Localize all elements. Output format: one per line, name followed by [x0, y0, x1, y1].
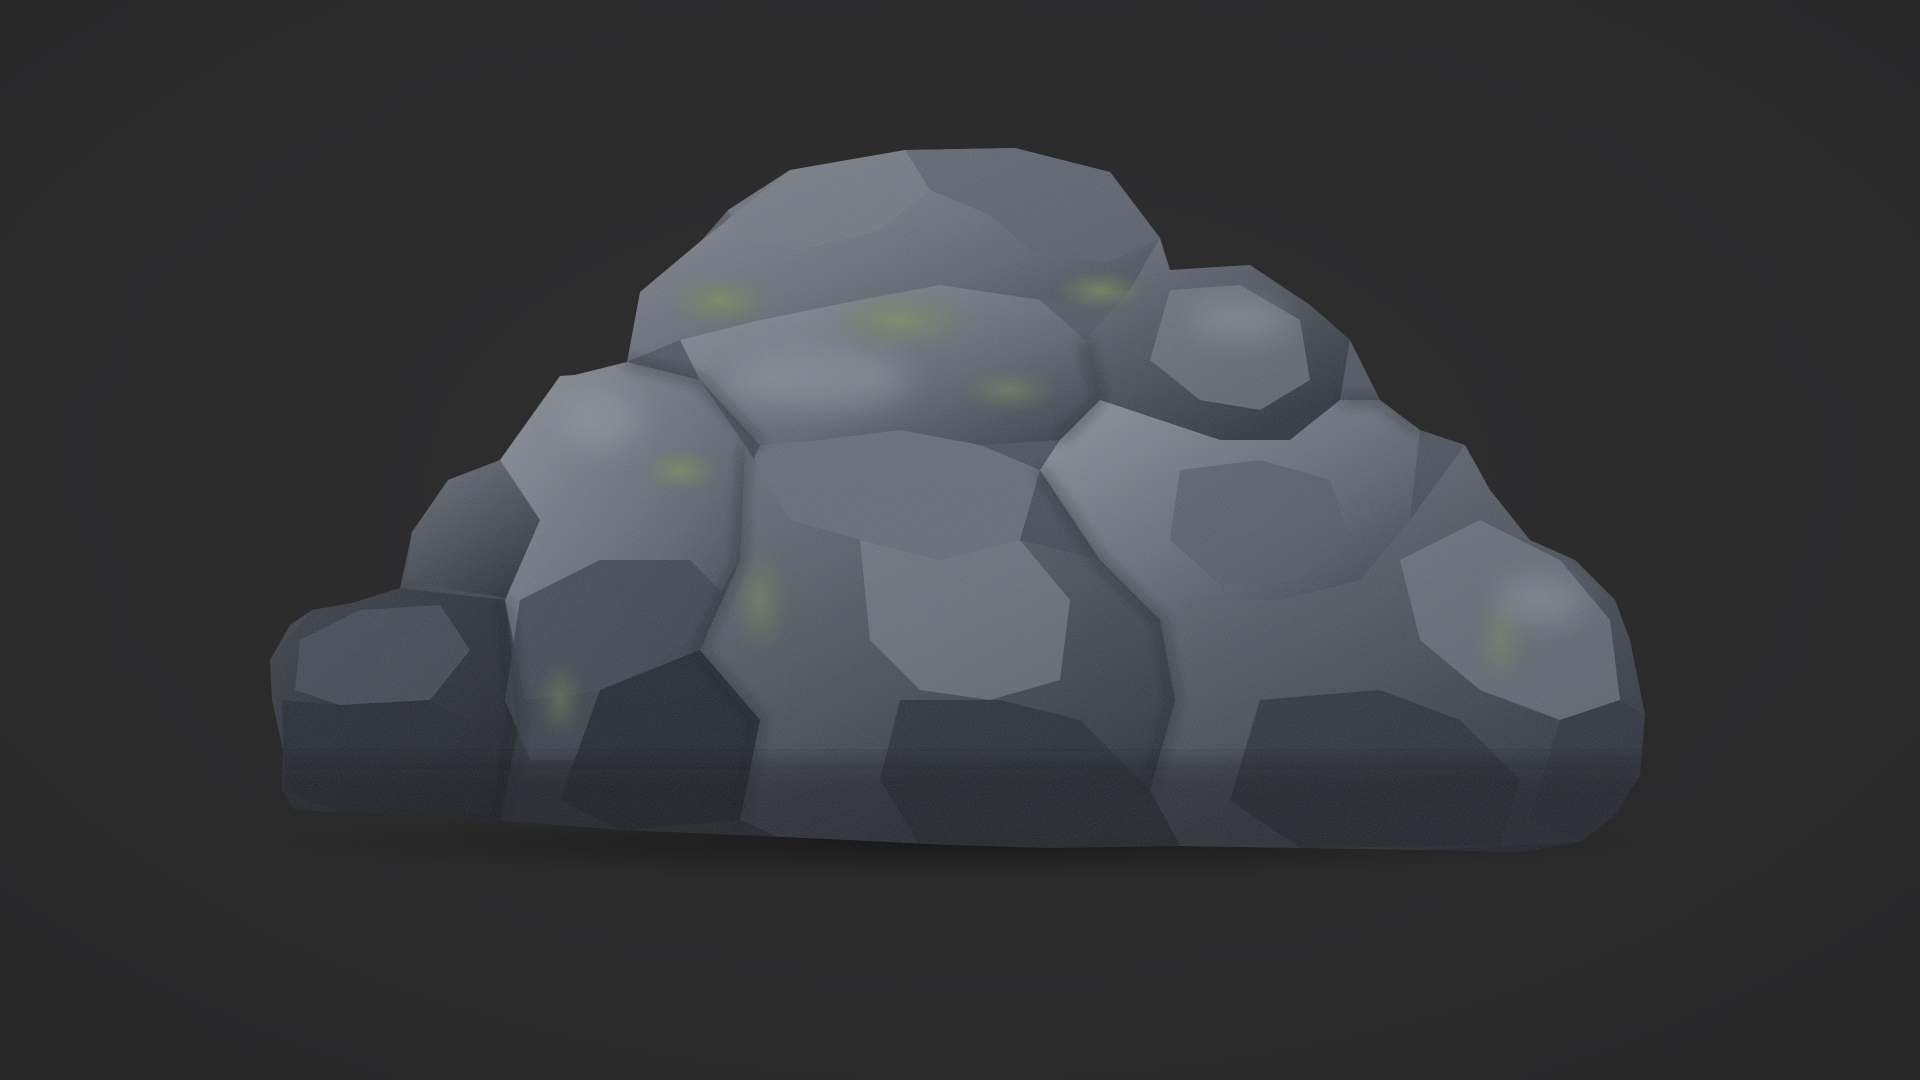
rock-render	[0, 0, 1920, 1080]
render-viewport	[0, 0, 1920, 1080]
